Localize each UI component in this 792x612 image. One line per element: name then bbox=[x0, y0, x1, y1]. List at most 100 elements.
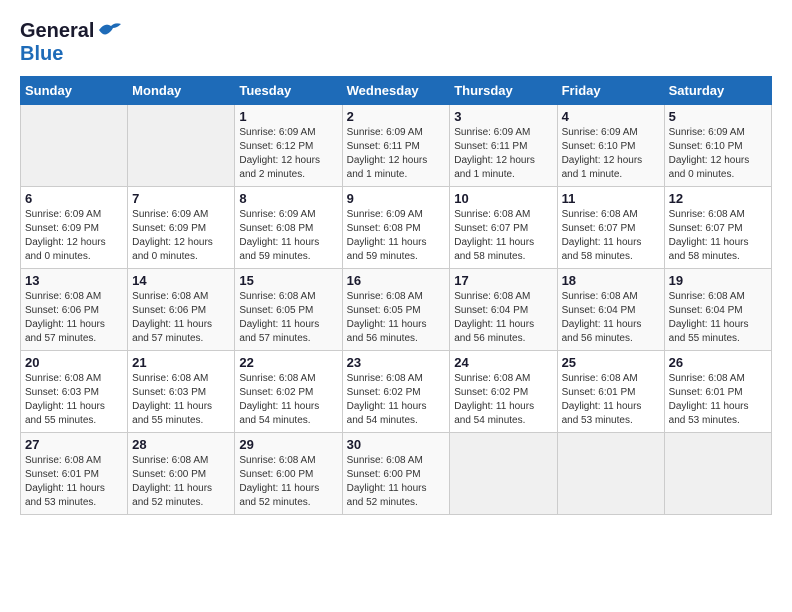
calendar-cell: 1Sunrise: 6:09 AM Sunset: 6:12 PM Daylig… bbox=[235, 105, 342, 187]
calendar-cell: 2 Sunrise: 6:09 AM Sunset: 6:11 PM Daylig… bbox=[342, 105, 450, 187]
day-number: 11 bbox=[562, 191, 660, 206]
day-number: 29 bbox=[239, 437, 337, 452]
calendar-cell: 22Sunrise: 6:08 AM Sunset: 6:02 PM Dayli… bbox=[235, 351, 342, 433]
calendar-cell: 28 Sunrise: 6:08 AM Sunset: 6:00 PM Dayli… bbox=[128, 433, 235, 515]
day-info: Sunrise: 6:08 AM Sunset: 6:05 PM Dayligh… bbox=[239, 290, 337, 346]
day-number: 18 bbox=[562, 273, 660, 288]
day-number: 19 bbox=[669, 273, 767, 288]
day-number: 13 bbox=[25, 273, 123, 288]
day-number: 25 bbox=[562, 355, 660, 370]
calendar-cell: 5 Sunrise: 6:09 AM Sunset: 6:10 PM Daylig… bbox=[664, 105, 771, 187]
day-info: Sunrise: 6:08 AM Sunset: 6:01 PM Dayligh… bbox=[25, 454, 123, 510]
day-number: 8 bbox=[239, 191, 337, 206]
day-info: Sunrise: 6:09 AM Sunset: 6:11 PM Dayligh… bbox=[454, 126, 552, 182]
header: General Blue bbox=[20, 20, 772, 66]
calendar-cell: 29Sunrise: 6:08 AM Sunset: 6:00 PM Dayli… bbox=[235, 433, 342, 515]
day-number: 10 bbox=[454, 191, 552, 206]
day-info: Sunrise: 6:08 AM Sunset: 6:00 PM Dayligh… bbox=[132, 454, 230, 510]
logo: General Blue bbox=[20, 20, 123, 66]
weekday-header-thursday: Thursday bbox=[450, 77, 557, 105]
day-info: Sunrise: 6:08 AM Sunset: 6:02 PM Dayligh… bbox=[347, 372, 446, 428]
day-number: 2 bbox=[347, 109, 446, 124]
calendar-cell: 25 Sunrise: 6:08 AM Sunset: 6:01 PM Dayli… bbox=[557, 351, 664, 433]
day-number: 15 bbox=[239, 273, 337, 288]
day-info: Sunrise: 6:09 AM Sunset: 6:09 PM Dayligh… bbox=[25, 208, 123, 264]
calendar-cell: 6 Sunrise: 6:09 AM Sunset: 6:09 PM Daylig… bbox=[21, 187, 128, 269]
calendar-cell: 14 Sunrise: 6:08 AM Sunset: 6:06 PM Dayli… bbox=[128, 269, 235, 351]
day-info: Sunrise: 6:09 AM Sunset: 6:11 PM Dayligh… bbox=[347, 126, 446, 182]
day-info: Sunrise: 6:09 AM Sunset: 6:10 PM Dayligh… bbox=[562, 126, 660, 182]
day-info: Sunrise: 6:08 AM Sunset: 6:07 PM Dayligh… bbox=[669, 208, 767, 264]
calendar-cell: 10Sunrise: 6:08 AM Sunset: 6:07 PM Dayli… bbox=[450, 187, 557, 269]
day-info: Sunrise: 6:08 AM Sunset: 6:01 PM Dayligh… bbox=[562, 372, 660, 428]
logo-blue: Blue bbox=[20, 43, 63, 65]
day-number: 27 bbox=[25, 437, 123, 452]
day-info: Sunrise: 6:08 AM Sunset: 6:06 PM Dayligh… bbox=[132, 290, 230, 346]
calendar-week-row: 6 Sunrise: 6:09 AM Sunset: 6:09 PM Daylig… bbox=[21, 187, 772, 269]
calendar-cell bbox=[128, 105, 235, 187]
calendar-cell: 12 Sunrise: 6:08 AM Sunset: 6:07 PM Dayli… bbox=[664, 187, 771, 269]
calendar-cell: 17Sunrise: 6:08 AM Sunset: 6:04 PM Dayli… bbox=[450, 269, 557, 351]
day-number: 28 bbox=[132, 437, 230, 452]
calendar-cell: 21Sunrise: 6:08 AM Sunset: 6:03 PM Dayli… bbox=[128, 351, 235, 433]
calendar-body: 1Sunrise: 6:09 AM Sunset: 6:12 PM Daylig… bbox=[21, 105, 772, 515]
day-info: Sunrise: 6:08 AM Sunset: 6:04 PM Dayligh… bbox=[669, 290, 767, 346]
day-info: Sunrise: 6:08 AM Sunset: 6:02 PM Dayligh… bbox=[239, 372, 337, 428]
day-number: 23 bbox=[347, 355, 446, 370]
day-number: 1 bbox=[239, 109, 337, 124]
day-info: Sunrise: 6:09 AM Sunset: 6:08 PM Dayligh… bbox=[347, 208, 446, 264]
weekday-header-friday: Friday bbox=[557, 77, 664, 105]
calendar-cell: 20Sunrise: 6:08 AM Sunset: 6:03 PM Dayli… bbox=[21, 351, 128, 433]
calendar-table: SundayMondayTuesdayWednesdayThursdayFrid… bbox=[20, 76, 772, 515]
calendar-cell bbox=[450, 433, 557, 515]
calendar-week-row: 27 Sunrise: 6:08 AM Sunset: 6:01 PM Dayli… bbox=[21, 433, 772, 515]
day-number: 24 bbox=[454, 355, 552, 370]
day-info: Sunrise: 6:08 AM Sunset: 6:05 PM Dayligh… bbox=[347, 290, 446, 346]
calendar-header: SundayMondayTuesdayWednesdayThursdayFrid… bbox=[21, 77, 772, 105]
logo-bird-icon bbox=[97, 20, 123, 40]
day-info: Sunrise: 6:08 AM Sunset: 6:02 PM Dayligh… bbox=[454, 372, 552, 428]
day-number: 17 bbox=[454, 273, 552, 288]
day-number: 12 bbox=[669, 191, 767, 206]
calendar-cell: 27 Sunrise: 6:08 AM Sunset: 6:01 PM Dayli… bbox=[21, 433, 128, 515]
day-number: 4 bbox=[562, 109, 660, 124]
calendar-cell: 24 Sunrise: 6:08 AM Sunset: 6:02 PM Dayli… bbox=[450, 351, 557, 433]
day-number: 6 bbox=[25, 191, 123, 206]
calendar-cell: 11 Sunrise: 6:08 AM Sunset: 6:07 PM Dayli… bbox=[557, 187, 664, 269]
calendar-cell bbox=[664, 433, 771, 515]
weekday-header-monday: Monday bbox=[128, 77, 235, 105]
day-info: Sunrise: 6:08 AM Sunset: 6:07 PM Dayligh… bbox=[562, 208, 660, 264]
weekday-header-row: SundayMondayTuesdayWednesdayThursdayFrid… bbox=[21, 77, 772, 105]
calendar-cell: 7 Sunrise: 6:09 AM Sunset: 6:09 PM Daylig… bbox=[128, 187, 235, 269]
calendar-cell bbox=[21, 105, 128, 187]
calendar-cell: 8 Sunrise: 6:09 AM Sunset: 6:08 PM Daylig… bbox=[235, 187, 342, 269]
day-info: Sunrise: 6:09 AM Sunset: 6:08 PM Dayligh… bbox=[239, 208, 337, 264]
day-info: Sunrise: 6:09 AM Sunset: 6:10 PM Dayligh… bbox=[669, 126, 767, 182]
calendar-cell: 23 Sunrise: 6:08 AM Sunset: 6:02 PM Dayli… bbox=[342, 351, 450, 433]
weekday-header-saturday: Saturday bbox=[664, 77, 771, 105]
calendar-cell: 15 Sunrise: 6:08 AM Sunset: 6:05 PM Dayli… bbox=[235, 269, 342, 351]
day-number: 26 bbox=[669, 355, 767, 370]
calendar-cell bbox=[557, 433, 664, 515]
calendar-cell: 19 Sunrise: 6:08 AM Sunset: 6:04 PM Dayli… bbox=[664, 269, 771, 351]
day-number: 14 bbox=[132, 273, 230, 288]
day-number: 7 bbox=[132, 191, 230, 206]
day-number: 5 bbox=[669, 109, 767, 124]
day-number: 9 bbox=[347, 191, 446, 206]
day-number: 20 bbox=[25, 355, 123, 370]
day-info: Sunrise: 6:09 AM Sunset: 6:09 PM Dayligh… bbox=[132, 208, 230, 264]
weekday-header-wednesday: Wednesday bbox=[342, 77, 450, 105]
day-number: 30 bbox=[347, 437, 446, 452]
day-info: Sunrise: 6:08 AM Sunset: 6:01 PM Dayligh… bbox=[669, 372, 767, 428]
logo-general: General bbox=[20, 20, 94, 43]
calendar-cell: 4 Sunrise: 6:09 AM Sunset: 6:10 PM Daylig… bbox=[557, 105, 664, 187]
day-number: 3 bbox=[454, 109, 552, 124]
calendar-cell: 26 Sunrise: 6:08 AM Sunset: 6:01 PM Dayli… bbox=[664, 351, 771, 433]
calendar-cell: 9 Sunrise: 6:09 AM Sunset: 6:08 PM Daylig… bbox=[342, 187, 450, 269]
calendar-cell: 30Sunrise: 6:08 AM Sunset: 6:00 PM Dayli… bbox=[342, 433, 450, 515]
calendar-week-row: 1Sunrise: 6:09 AM Sunset: 6:12 PM Daylig… bbox=[21, 105, 772, 187]
calendar-cell: 18 Sunrise: 6:08 AM Sunset: 6:04 PM Dayli… bbox=[557, 269, 664, 351]
day-number: 16 bbox=[347, 273, 446, 288]
calendar-cell: 3 Sunrise: 6:09 AM Sunset: 6:11 PM Daylig… bbox=[450, 105, 557, 187]
day-info: Sunrise: 6:08 AM Sunset: 6:04 PM Dayligh… bbox=[562, 290, 660, 346]
